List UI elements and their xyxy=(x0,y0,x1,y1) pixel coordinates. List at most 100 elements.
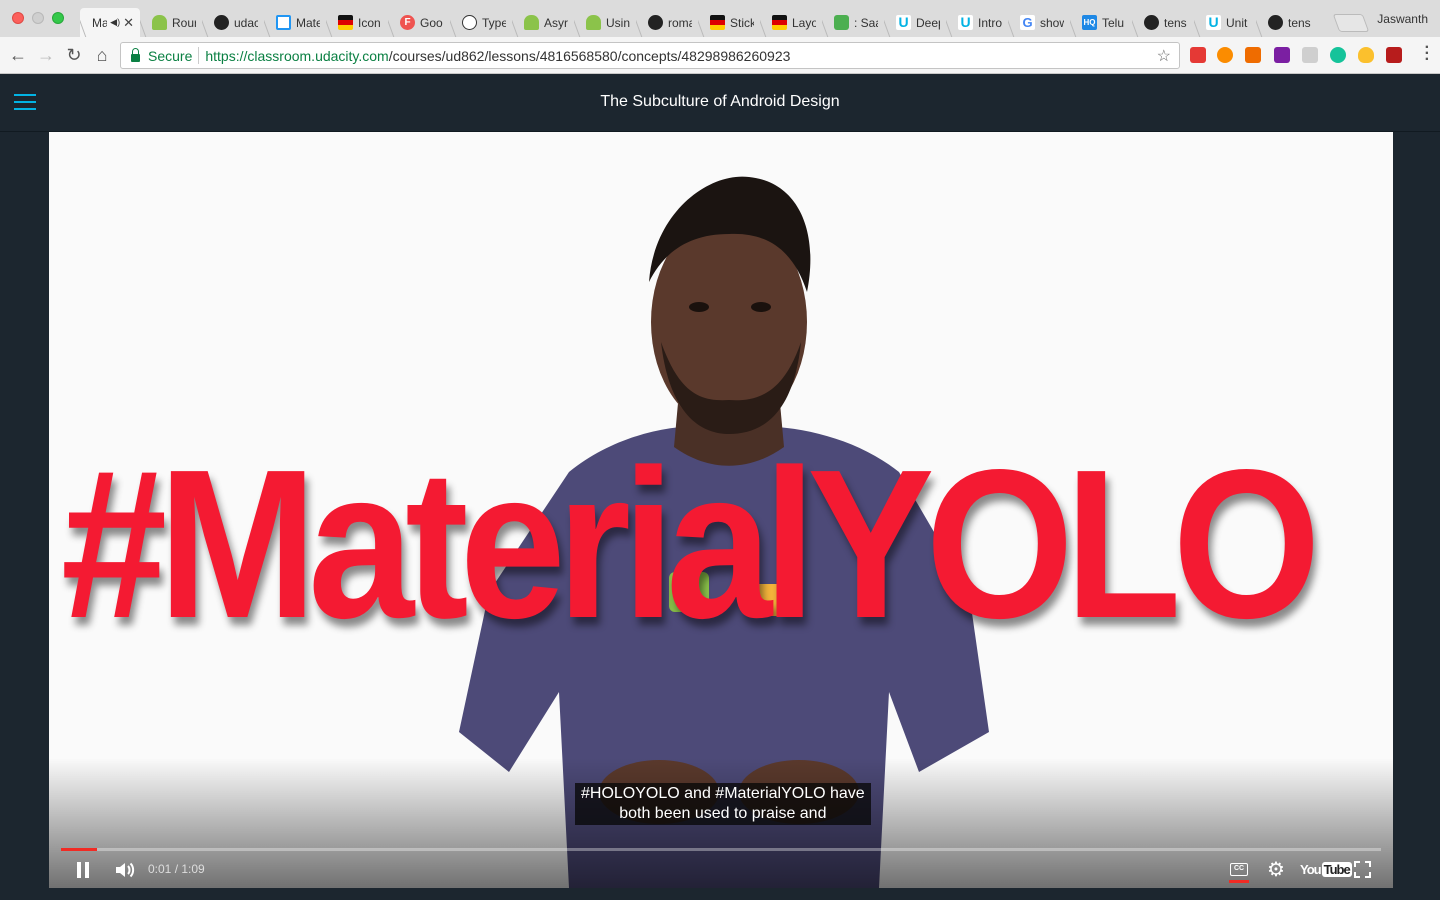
window-minimize-button[interactable] xyxy=(32,12,44,24)
android-icon xyxy=(586,15,601,30)
close-icon[interactable]: ✕ xyxy=(123,15,134,31)
grammarly-extension-icon[interactable] xyxy=(1330,47,1346,63)
tab[interactable]: tens xyxy=(1132,8,1194,37)
lesson-title: The Subculture of Android Design xyxy=(600,93,840,110)
forward-arrow-icon[interactable]: → xyxy=(36,45,56,65)
udacity-icon: U xyxy=(896,15,911,30)
window-maximize-button[interactable] xyxy=(52,12,64,24)
flag-icon xyxy=(710,15,725,30)
tab[interactable]: Type xyxy=(450,8,512,37)
video-player[interactable]: #MaterialYOLO #HOLOYOLO and #MaterialYOL… xyxy=(49,132,1393,888)
reload-icon[interactable]: ↻ xyxy=(64,45,84,65)
video-overlay-title: #MaterialYOLO xyxy=(61,425,1321,662)
tab[interactable]: Stick xyxy=(698,8,760,37)
tab-title: Rour xyxy=(172,15,196,30)
key-extension-icon[interactable] xyxy=(1217,47,1233,63)
tab-list: Mat ◀) ✕ Rour udac Mate Icon F Goo Type A… xyxy=(80,8,1318,37)
lightbulb-extension-icon[interactable] xyxy=(1358,47,1374,63)
fullscreen-icon[interactable] xyxy=(1354,861,1371,878)
github-icon xyxy=(214,15,229,30)
tab-udacity-active[interactable]: Mat ◀) ✕ xyxy=(80,8,140,37)
video-progress-bar[interactable] xyxy=(61,848,1381,851)
pause-button[interactable] xyxy=(75,858,95,882)
home-icon[interactable]: ⌂ xyxy=(92,45,112,65)
tab-title: Unit xyxy=(1226,15,1248,30)
tab-title: Usin xyxy=(606,15,630,30)
office-online-extension-icon[interactable] xyxy=(1245,47,1261,63)
caption-line: #HOLOYOLO and #MaterialYOLO have xyxy=(581,785,865,802)
lock-icon xyxy=(131,47,140,62)
tab[interactable]: U Unit xyxy=(1194,8,1256,37)
tab-title: Goo xyxy=(420,15,443,30)
tab[interactable]: Asyr xyxy=(512,8,574,37)
youtube-logo[interactable]: You Tube xyxy=(1300,862,1352,886)
closed-captions-button[interactable]: CC xyxy=(1230,863,1248,876)
tab-title: tens xyxy=(1288,15,1311,30)
secure-label: Secure xyxy=(148,47,193,64)
github-icon xyxy=(648,15,663,30)
tab-title: Layo xyxy=(792,15,816,30)
address-bar[interactable]: Secure https://classroom.udacity.com/cou… xyxy=(120,42,1180,69)
tab-title: udac xyxy=(234,15,258,30)
tab[interactable]: roma xyxy=(636,8,698,37)
tab[interactable]: F Goo xyxy=(388,8,450,37)
hq-icon: HQ xyxy=(1082,15,1097,30)
back-arrow-icon[interactable]: ← xyxy=(8,45,28,65)
tab[interactable]: udac xyxy=(202,8,264,37)
tab[interactable]: Gshow xyxy=(1008,8,1070,37)
github-icon xyxy=(1144,15,1159,30)
google-icon: G xyxy=(1020,15,1035,30)
tab[interactable]: Layo xyxy=(760,8,822,37)
tab-title: Icon xyxy=(358,15,381,30)
tab-title: Intro xyxy=(978,15,1002,30)
tab-title: tens xyxy=(1164,15,1187,30)
lesson-header: The Subculture of Android Design xyxy=(0,74,1440,132)
divider xyxy=(198,47,200,64)
udacity-icon: U xyxy=(958,15,973,30)
crx-extension-icon[interactable] xyxy=(1302,47,1318,63)
browser-toolbar: ← → ↻ ⌂ Secure https://classroom.udacity… xyxy=(0,37,1440,74)
tab[interactable]: U Deep xyxy=(884,8,946,37)
tab-title: Mate xyxy=(296,15,320,30)
browser-menu-icon[interactable]: · · · xyxy=(1425,40,1430,68)
speaker-icon[interactable]: ◀) xyxy=(110,17,120,28)
volume-icon[interactable] xyxy=(113,858,137,882)
tab[interactable]: Usin xyxy=(574,8,636,37)
tab-title: Type xyxy=(482,15,506,30)
tab[interactable]: Mate xyxy=(264,8,326,37)
profile-name[interactable]: Jaswanth xyxy=(1377,12,1428,26)
tab-title: Stick xyxy=(730,15,754,30)
settings-gear-icon[interactable]: ⚙ xyxy=(1267,857,1285,881)
time-display: 0:01 / 1:09 xyxy=(148,862,205,876)
tab[interactable]: HQ Telu xyxy=(1070,8,1132,37)
browser-tab-strip: Mat ◀) ✕ Rour udac Mate Icon F Goo Type A… xyxy=(0,0,1440,37)
github-icon xyxy=(1268,15,1283,30)
tab-title: Telu xyxy=(1102,15,1125,30)
office-extension-icon[interactable] xyxy=(1190,47,1206,63)
captions-active-indicator xyxy=(1229,880,1249,883)
new-tab-button[interactable] xyxy=(1332,14,1370,32)
tab[interactable]: : Saa xyxy=(822,8,884,37)
typekit-icon xyxy=(462,15,477,30)
tab[interactable]: Rour xyxy=(140,8,202,37)
g-extension-icon[interactable] xyxy=(1274,47,1290,63)
tab[interactable]: tens xyxy=(1256,8,1318,37)
tab-title: Deep xyxy=(916,15,940,30)
window-close-button[interactable] xyxy=(12,12,24,24)
letter-f-icon: F xyxy=(400,15,415,30)
tab[interactable]: U Intro xyxy=(946,8,1008,37)
url-host: https://classroom.udacity.com xyxy=(205,47,389,64)
video-captions: #HOLOYOLO and #MaterialYOLO have both be… xyxy=(575,783,871,825)
audio-extension-icon[interactable] xyxy=(1386,47,1402,63)
flag-icon xyxy=(772,15,787,30)
android-icon xyxy=(152,15,167,30)
material-icon xyxy=(276,15,291,30)
flag-icon xyxy=(338,15,353,30)
android-icon xyxy=(524,15,539,30)
tab-title: Asyr xyxy=(544,15,568,30)
bookmark-star-icon[interactable]: ☆ xyxy=(1157,46,1171,66)
tab-title: show xyxy=(1040,15,1064,30)
video-controls: 0:01 / 1:09 CC ⚙ You Tube xyxy=(49,852,1393,888)
tab[interactable]: Icon xyxy=(326,8,388,37)
udacity-icon: U xyxy=(1206,15,1221,30)
